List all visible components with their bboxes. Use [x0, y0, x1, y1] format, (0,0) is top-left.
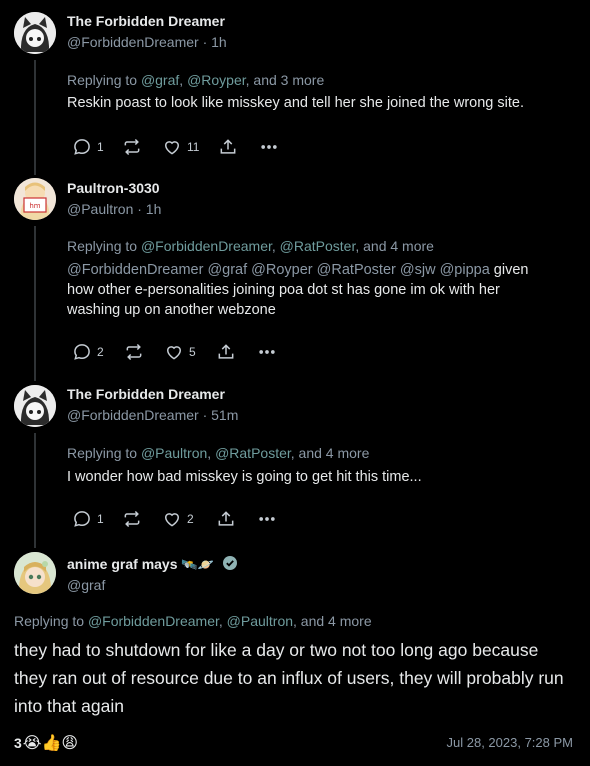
like-button[interactable]: 5 — [164, 340, 196, 364]
heart-icon — [166, 346, 182, 360]
repost-button[interactable] — [122, 135, 142, 159]
author-name[interactable]: The Forbidden Dreamer — [67, 13, 225, 29]
body-text: how other e-personalities joining poa do… — [67, 282, 500, 298]
repost-icon — [124, 138, 140, 156]
more-icon — [261, 145, 277, 149]
avatar-image-sign: hm — [14, 178, 56, 220]
more-mentions[interactable]: , and 4 more — [291, 445, 370, 461]
avatar-image-anime — [14, 552, 56, 594]
reply-icon — [74, 139, 90, 155]
repost-button[interactable] — [124, 340, 144, 364]
more-options-button[interactable] — [257, 340, 277, 364]
replying-to: Replying to @Paultron, @RatPoster, and 4… — [67, 445, 369, 461]
mention-link[interactable]: @ForbiddenDreamer — [88, 613, 219, 629]
avatar-image-catgirl — [14, 12, 56, 54]
body-text: given — [489, 262, 529, 278]
more-mentions[interactable]: , and 3 more — [246, 72, 325, 88]
more-mentions[interactable]: , and 4 more — [293, 613, 372, 629]
reply-button[interactable]: 2 — [72, 340, 104, 364]
reply-count: 2 — [97, 345, 104, 359]
heart-icon — [164, 513, 180, 527]
repost-button[interactable] — [122, 507, 142, 531]
post-body: Reskin poast to look like misskey and te… — [67, 95, 524, 111]
reply-icon — [74, 344, 90, 360]
more-options-button[interactable] — [257, 507, 277, 531]
thread-line — [34, 433, 36, 548]
mention-link[interactable]: @ForbiddenDreamer — [141, 238, 272, 254]
separator: , — [207, 445, 216, 461]
replying-to: Replying to @ForbiddenDreamer, @RatPoste… — [67, 238, 434, 254]
mention-link[interactable]: @Paultron — [227, 613, 293, 629]
mention-link[interactable]: @graf — [141, 72, 179, 88]
thread-line — [34, 226, 36, 381]
author-name-text: anime graf mays — [67, 556, 178, 572]
replying-to-label: Replying to — [67, 72, 141, 88]
mention-link[interactable]: @Royper — [187, 72, 246, 88]
more-icon — [259, 350, 275, 354]
replying-to: Replying to @graf, @Royper, and 3 more — [67, 72, 324, 88]
share-button[interactable] — [216, 507, 236, 531]
repost-icon — [124, 510, 140, 528]
replying-to: Replying to @ForbiddenDreamer, @Paultron… — [14, 613, 372, 629]
avatar-image-catgirl — [14, 385, 56, 427]
avatar[interactable]: hm — [14, 178, 56, 220]
replying-to-label: Replying to — [67, 445, 141, 461]
author-name[interactable]: Paultron-3030 — [67, 180, 160, 196]
author-handle: @graf — [67, 577, 106, 593]
avatar[interactable] — [14, 552, 56, 594]
like-button[interactable]: 2 — [162, 507, 194, 531]
separator: , — [218, 613, 227, 629]
author-name[interactable]: anime graf mays 🛰️🪐 — [67, 555, 238, 574]
share-icon — [220, 139, 236, 154]
body-mentions[interactable]: @ForbiddenDreamer @graf @Royper @RatPost… — [67, 262, 490, 278]
share-button[interactable] — [216, 340, 236, 364]
replying-to-label: Replying to — [14, 613, 88, 629]
reply-count: 1 — [97, 140, 104, 154]
like-button[interactable]: 11 — [162, 135, 199, 159]
mention-link[interactable]: @RatPoster — [215, 445, 291, 461]
like-count: 5 — [189, 345, 196, 359]
reply-button[interactable]: 1 — [72, 507, 104, 531]
timestamp[interactable]: Jul 28, 2023, 7:28 PM — [447, 735, 573, 750]
more-icon — [259, 517, 275, 521]
separator: , — [179, 72, 188, 88]
author-name[interactable]: The Forbidden Dreamer — [67, 386, 225, 402]
thread-line — [34, 60, 36, 175]
share-icon — [218, 344, 234, 359]
post-body: I wonder how bad misskey is going to get… — [67, 469, 422, 485]
reaction-count: 3 — [14, 735, 22, 751]
share-icon — [218, 511, 234, 526]
reply-count: 1 — [97, 512, 104, 526]
reaction-emojis: 😭👍😩 — [22, 735, 79, 752]
post-body: @ForbiddenDreamer @graf @Royper @RatPost… — [67, 260, 567, 320]
author-handle: @ForbiddenDreamer · 1h — [67, 34, 227, 50]
verified-icon — [222, 555, 238, 574]
like-count: 2 — [187, 512, 194, 526]
separator: , — [271, 238, 280, 254]
author-handle: @ForbiddenDreamer · 51m — [67, 407, 239, 423]
heart-icon — [164, 141, 180, 155]
share-button[interactable] — [218, 135, 238, 159]
like-count: 11 — [187, 140, 200, 154]
replying-to-label: Replying to — [67, 238, 141, 254]
svg-text:hm: hm — [29, 202, 40, 210]
body-text: washing up on another webzone — [67, 302, 276, 318]
mention-link[interactable]: @Paultron — [141, 445, 207, 461]
reply-button[interactable]: 1 — [72, 135, 104, 159]
avatar[interactable] — [14, 385, 56, 427]
mention-link[interactable]: @RatPoster — [280, 238, 356, 254]
more-options-button[interactable] — [259, 135, 279, 159]
author-handle: @Paultron · 1h — [67, 201, 162, 217]
reactions[interactable]: 3 😭👍😩 — [14, 733, 78, 753]
post-body: they had to shutdown for like a day or t… — [14, 640, 564, 716]
avatar[interactable] — [14, 12, 56, 54]
repost-icon — [126, 343, 142, 361]
more-mentions[interactable]: , and 4 more — [355, 238, 434, 254]
name-emoji: 🛰️🪐 — [181, 557, 214, 572]
reply-icon — [74, 511, 90, 527]
thread: The Forbidden Dreamer @ForbiddenDreamer … — [0, 0, 590, 766]
